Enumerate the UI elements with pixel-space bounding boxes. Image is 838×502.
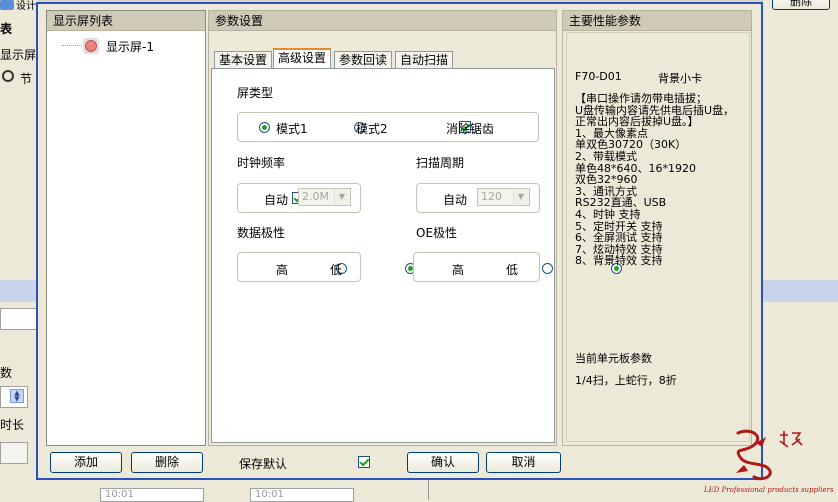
mode2-label: 模式2 (356, 122, 388, 136)
background-divider (428, 480, 429, 500)
background-label-2: 时长 (0, 418, 25, 432)
data-polarity-high-label: 高 (276, 263, 289, 277)
background-spinner-2[interactable] (0, 442, 28, 464)
spec-line: 8、背景特效 支持 (575, 254, 663, 268)
background-band-left (0, 280, 38, 302)
background-top-label: 设计 (16, 1, 36, 12)
screen-list-title: 显示屏列表 (47, 11, 205, 31)
tab-advanced-settings[interactable]: 高级设置 (273, 48, 332, 69)
anti-alias-label: 消除锯齿 (446, 122, 495, 136)
spec-line: 2、带载模式 (575, 149, 637, 163)
chevron-down-icon: ▼ (334, 190, 349, 204)
oe-polarity-label: OE极性 (416, 226, 458, 240)
screen-status-icon (85, 40, 97, 52)
watermark-text: LED Professional products suppliers (704, 486, 834, 494)
performance-title: 主要性能参数 (563, 11, 751, 31)
screen-type-label: 屏类型 (237, 86, 274, 100)
background-left-header: 表 (0, 22, 13, 36)
mode1-label: 模式1 (276, 122, 308, 136)
oe-polarity-low-label: 低 (506, 263, 519, 277)
cancel-button[interactable]: 取消 (486, 452, 561, 473)
background-left-item-2[interactable]: 节 (20, 70, 32, 87)
controller-model: F70-D01 (575, 70, 622, 83)
unit-board-value: 1/4扫，上蛇行，8折 (575, 374, 677, 387)
ok-button[interactable]: 确认 (407, 452, 479, 473)
spec-list: 【串口操作请勿带电插拔； U盘传输内容请先供电后插U盘， 正常出内容后拔掉U盘。】 1… (575, 93, 760, 267)
background-delete-button[interactable]: 删除 (772, 0, 830, 10)
oe-polarity-high-label: 高 (452, 263, 465, 277)
spec-line: 双色32*960 (575, 173, 638, 187)
spinner-arrows-icon[interactable]: ▲ ▼ (10, 389, 24, 403)
spec-line: 4、时钟 支持 (575, 207, 641, 221)
delete-button[interactable]: 删除 (131, 452, 203, 473)
scan-period-value: 120 (481, 190, 502, 203)
oe-polarity-high-radio[interactable] (541, 263, 553, 274)
save-default-checkbox[interactable] (358, 456, 371, 468)
save-default-label: 保存默认 (239, 457, 288, 471)
clock-frequency-select[interactable]: 2.0M ▼ (298, 188, 351, 206)
background-left-item[interactable]: 显示屏- (0, 46, 40, 63)
add-button[interactable]: 添加 (50, 452, 122, 473)
tab-param-readback[interactable]: 参数回读 (334, 51, 393, 68)
card-type: 背景小卡 (658, 72, 702, 85)
clock-frequency-value: 2.0M (302, 190, 329, 203)
spec-line: 6、全屏测试 支持 (575, 231, 663, 245)
clock-auto-label: 自动 (264, 193, 289, 207)
unit-board-title: 当前单元板参数 (575, 352, 652, 365)
param-settings-title: 参数设置 (209, 11, 556, 31)
clock-frequency-label: 时钟频率 (237, 156, 286, 170)
tab-basic-settings[interactable]: 基本设置 (214, 51, 273, 68)
scan-period-select[interactable]: 120 ▼ (477, 188, 530, 206)
data-polarity-label: 数据极性 (237, 226, 286, 240)
scan-period-label: 扫描周期 (416, 156, 465, 170)
data-polarity-low-label: 低 (330, 263, 343, 277)
scan-auto-label: 自动 (443, 193, 468, 207)
background-label-1: 数 (0, 366, 13, 380)
oe-polarity-group (413, 252, 540, 282)
dragon-logo-icon (736, 429, 803, 481)
screen-list-item[interactable]: 显示屏-1 (106, 38, 154, 55)
tab-auto-scan[interactable]: 自动扫描 (395, 51, 454, 68)
clock-icon (2, 70, 14, 82)
spec-line: 【串口操作请勿带电插拔； (575, 92, 707, 105)
app-icon (0, 0, 14, 10)
background-band-right (763, 280, 838, 302)
tree-connector (62, 45, 84, 46)
chevron-down-icon: ▼ (513, 190, 528, 204)
mode1-radio[interactable] (259, 122, 270, 133)
screen-list-panel: 显示屏列表 (46, 10, 206, 446)
background-field[interactable] (0, 308, 38, 330)
